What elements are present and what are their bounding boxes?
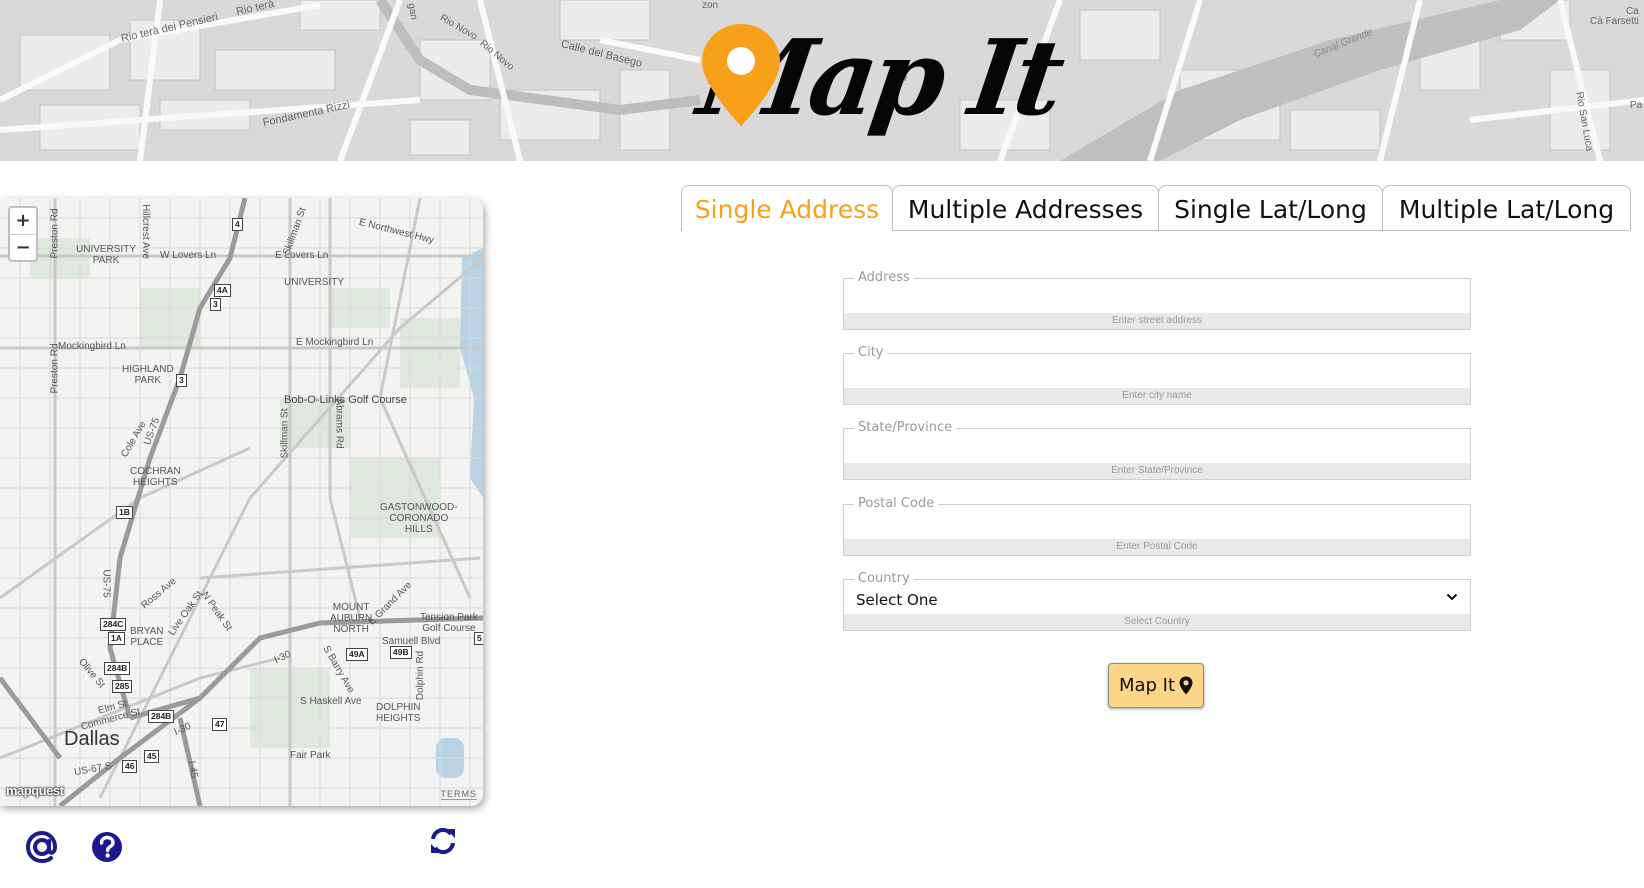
postal-code-field: Postal Code Enter Postal Code bbox=[843, 496, 1471, 556]
highway-shield: 1A bbox=[108, 632, 125, 645]
tab-multiple-addresses[interactable]: Multiple Addresses bbox=[892, 185, 1159, 231]
tab-divider bbox=[892, 230, 1629, 231]
city-field: City Enter city name bbox=[843, 345, 1471, 405]
map-label: Fair Park bbox=[290, 750, 331, 761]
tab-multiple-lat-long[interactable]: Multiple Lat/Long bbox=[1382, 185, 1631, 231]
map-label-city: Dallas bbox=[64, 728, 120, 750]
map-label: Tension Park Golf Course bbox=[420, 612, 478, 634]
chevron-down-icon bbox=[1446, 593, 1458, 601]
mapquest-logo[interactable]: mapquest bbox=[6, 783, 64, 798]
map-it-button[interactable]: Map It bbox=[1108, 663, 1204, 708]
highway-shield: 45 bbox=[144, 750, 160, 763]
map-label: Skillman St bbox=[279, 408, 291, 459]
address-field: Address Enter street address bbox=[843, 270, 1471, 330]
street-label: zon bbox=[702, 0, 719, 11]
map-label: UNIVERSITY PARK bbox=[76, 244, 137, 266]
tab-single-lat-long[interactable]: Single Lat/Long bbox=[1158, 185, 1383, 231]
highway-shield: 284B bbox=[148, 710, 175, 723]
map-label: Preston Rd bbox=[49, 343, 61, 394]
state-field: State/Province Enter State/Province bbox=[843, 420, 1471, 480]
highway-shield: 1B bbox=[116, 506, 133, 519]
highway-shield: 49A bbox=[346, 648, 368, 661]
app-logo[interactable]: Map It bbox=[691, 16, 1080, 152]
terms-link[interactable]: TERMS bbox=[440, 789, 477, 800]
highway-shield: 284C bbox=[100, 618, 127, 631]
highway-shield: 284B bbox=[104, 662, 131, 675]
country-field: Country Select One Select Country bbox=[843, 571, 1471, 631]
state-hint: Enter State/Province bbox=[844, 463, 1470, 479]
highway-shield: 285 bbox=[112, 680, 133, 693]
highway-shield: 3 bbox=[210, 298, 221, 311]
map-it-button-label: Map It bbox=[1118, 675, 1176, 696]
highway-shield: 46 bbox=[122, 760, 138, 773]
street-label: Pa bbox=[1630, 100, 1643, 111]
highway-shield: 4A bbox=[214, 284, 231, 297]
map-label: Abrams Rd bbox=[333, 398, 345, 449]
map-label: GASTONWOOD- CORONADO HILLS bbox=[380, 502, 458, 535]
street-label: Ca bbox=[1626, 6, 1639, 17]
highway-shield: 47 bbox=[212, 718, 228, 731]
map-label: HIGHLAND PARK bbox=[122, 364, 174, 386]
tab-single-address[interactable]: Single Address bbox=[681, 185, 893, 231]
highway-shield: 4 bbox=[232, 218, 243, 231]
city-hint: Enter city name bbox=[844, 388, 1470, 404]
map-label: W Lovers Ln bbox=[160, 250, 217, 261]
zoom-control: + − bbox=[8, 206, 38, 262]
zoom-out-button[interactable]: − bbox=[10, 235, 36, 261]
refresh-icon[interactable] bbox=[428, 826, 458, 856]
map-view[interactable]: + − UNIVERSITY PARK W Lovers Ln E Lovers… bbox=[0, 198, 483, 806]
highway-shield: 5 bbox=[474, 632, 483, 645]
address-input[interactable] bbox=[844, 279, 1468, 312]
map-label: Preston Rd bbox=[49, 208, 61, 259]
question-circle-icon[interactable] bbox=[90, 830, 124, 864]
map-label: S Haskell Ave bbox=[300, 696, 362, 707]
country-hint: Select Country bbox=[844, 614, 1470, 630]
at-sign-icon[interactable] bbox=[25, 830, 59, 864]
map-label: Hillcrest Ave bbox=[139, 204, 151, 259]
map-label: BRYAN PLACE bbox=[130, 626, 164, 648]
map-marker-icon bbox=[1179, 676, 1193, 695]
map-label: DOLPHIN HEIGHTS bbox=[376, 702, 421, 724]
map-label: US-75 bbox=[100, 569, 112, 598]
country-select[interactable]: Select One bbox=[844, 580, 1468, 614]
postal-code-hint: Enter Postal Code bbox=[844, 539, 1470, 555]
street-label: Cà Farsetti bbox=[1590, 16, 1639, 27]
highway-shield: 49B bbox=[390, 646, 412, 659]
state-input[interactable] bbox=[844, 429, 1468, 462]
highway-shield: 3 bbox=[176, 374, 187, 387]
map-label: Dolphin Rd bbox=[415, 650, 427, 701]
address-hint: Enter street address bbox=[844, 313, 1470, 329]
postal-code-input[interactable] bbox=[844, 505, 1468, 538]
map-label: UNIVERSITY bbox=[284, 277, 345, 288]
map-label: Bob-O-Links Golf Course bbox=[284, 394, 407, 406]
header-banner: Rio terà dei Pensieri Rio terà Calle del… bbox=[0, 0, 1644, 161]
map-label: COCHRAN HEIGHTS bbox=[130, 466, 181, 488]
zoom-in-button[interactable]: + bbox=[10, 208, 36, 235]
map-label: Mockingbird Ln bbox=[58, 341, 126, 352]
map-label: E Mockingbird Ln bbox=[296, 337, 374, 348]
country-select-value: Select One bbox=[856, 591, 938, 609]
map-pin-icon bbox=[702, 24, 780, 126]
city-input[interactable] bbox=[844, 354, 1468, 387]
